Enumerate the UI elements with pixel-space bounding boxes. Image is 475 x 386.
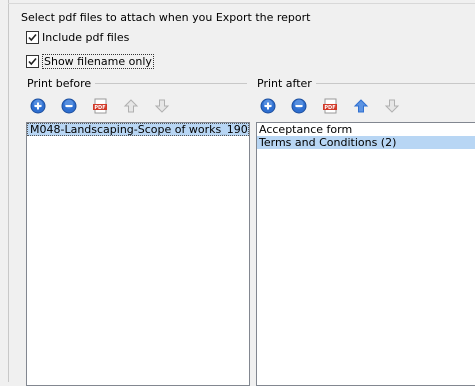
print-after-toolbar: PDF	[259, 97, 414, 115]
print-after-move-up-button[interactable]	[352, 97, 370, 115]
move-down-icon	[384, 99, 400, 113]
checkmark-icon	[28, 33, 37, 42]
remove-icon	[291, 98, 307, 114]
pdf-icon: PDF	[323, 98, 337, 114]
print-after-label: Print after	[257, 77, 316, 90]
panel-top-border	[8, 3, 475, 4]
move-down-icon	[154, 99, 170, 113]
checkmark-icon	[28, 57, 37, 66]
list-item[interactable]: Acceptance form	[257, 123, 475, 136]
print-before-label: Print before	[27, 77, 96, 90]
print-before-move-down-button[interactable]	[153, 97, 171, 115]
print-after-pdf-button[interactable]: PDF	[321, 97, 339, 115]
move-up-icon	[123, 99, 139, 113]
print-before-toolbar: PDF	[29, 97, 184, 115]
print-before-move-up-button[interactable]	[122, 97, 140, 115]
svg-text:PDF: PDF	[324, 105, 335, 111]
svg-text:PDF: PDF	[94, 105, 105, 111]
print-before-remove-button[interactable]	[60, 97, 78, 115]
print-after-add-button[interactable]	[259, 97, 277, 115]
include-pdf-checkbox[interactable]	[26, 31, 39, 44]
add-icon	[30, 98, 46, 114]
show-filename-checkbox[interactable]	[26, 55, 39, 68]
move-up-icon	[353, 99, 369, 113]
page-title: Select pdf files to attach when you Expo…	[21, 11, 311, 24]
print-after-remove-button[interactable]	[290, 97, 308, 115]
show-filename-label: Show filename only	[42, 54, 154, 69]
panel-left-border	[8, 0, 9, 382]
print-after-move-down-button[interactable]	[383, 97, 401, 115]
pdf-icon: PDF	[93, 98, 107, 114]
include-pdf-option[interactable]: Include pdf files	[26, 31, 129, 44]
list-item[interactable]: Terms and Conditions (2)	[257, 136, 475, 149]
print-before-add-button[interactable]	[29, 97, 47, 115]
include-pdf-label: Include pdf files	[42, 31, 130, 44]
list-item[interactable]: M048-Landscaping-Scope of works_190524_D…	[27, 123, 249, 136]
show-filename-option[interactable]: Show filename only	[26, 54, 154, 69]
print-before-pdf-button[interactable]: PDF	[91, 97, 109, 115]
add-icon	[260, 98, 276, 114]
print-before-list[interactable]: M048-Landscaping-Scope of works_190524_D…	[26, 122, 250, 386]
print-after-list[interactable]: Acceptance form Terms and Conditions (2)	[256, 122, 475, 386]
remove-icon	[61, 98, 77, 114]
